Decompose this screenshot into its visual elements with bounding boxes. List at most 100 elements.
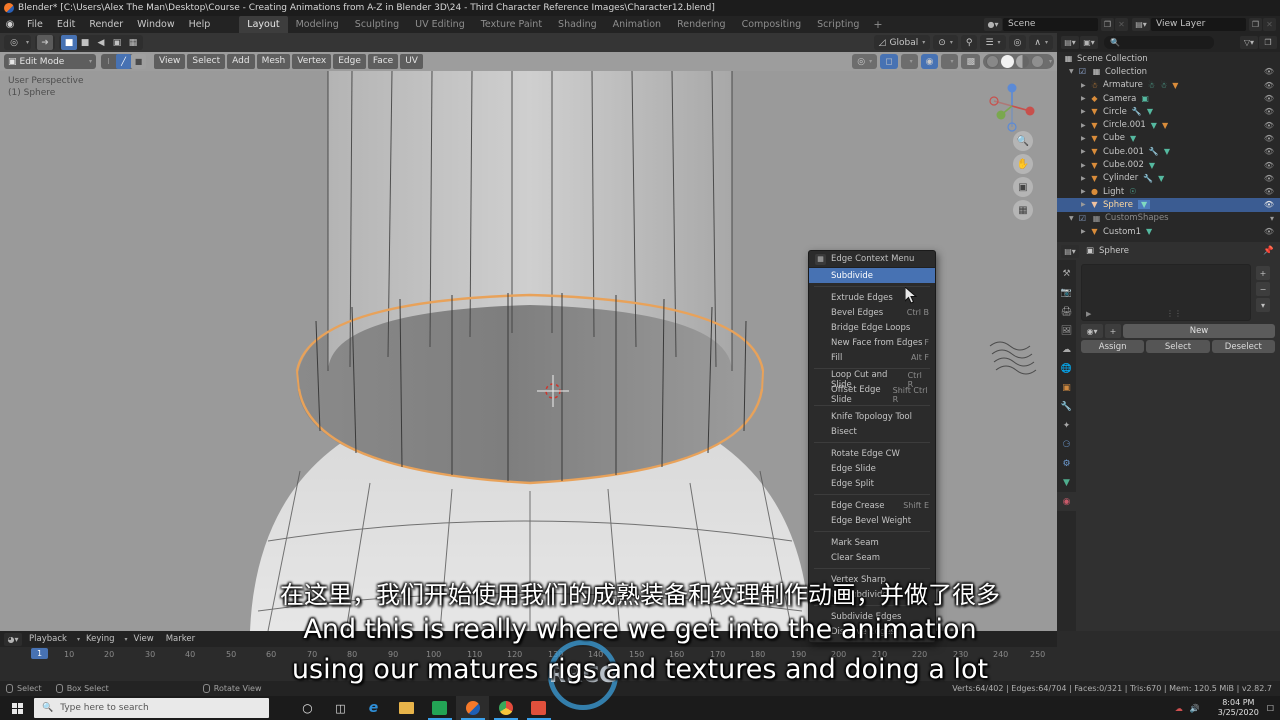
task-view-icon[interactable]: ◫ [324,696,357,720]
visibility-eye-icon[interactable]: 👁 [1264,121,1274,130]
viewlayer-name-field[interactable]: View Layer [1151,18,1246,31]
menu-item-knife-topology-tool[interactable]: Knife Topology Tool [809,409,935,424]
checkbox-icon[interactable]: ☑ [1077,67,1088,76]
menu-item-clear-seam[interactable]: Clear Seam [809,550,935,565]
menu-item-un-subdivide[interactable]: Un-Subdivide [809,587,935,602]
mesh-data-icon[interactable]: ▼ [1164,147,1170,156]
tab-constraints[interactable]: ⚙ [1057,454,1076,473]
disclosure-triangle-icon[interactable]: ▶ [1081,188,1089,195]
active-tool-icon[interactable]: ◎ [6,35,22,50]
viewport-menu-uv[interactable]: UV [400,54,423,69]
outliner-tree[interactable]: ▦ Scene Collection ▼ ☑ ▦ Collection 👁 ▶ … [1057,52,1280,242]
action-center-icon[interactable]: ☐ [1267,704,1274,713]
blender-icon[interactable] [456,696,489,720]
solid-shading-icon[interactable] [1000,55,1014,68]
select-intersect-icon[interactable]: ▦ [125,35,141,50]
blender-menu-logo-icon[interactable]: ◉ [0,19,20,30]
mesh-data-icon[interactable]: ▼ [1137,200,1151,210]
volume-icon[interactable]: 🔊 [1190,704,1200,713]
outliner-row-light[interactable]: ▶ ● Light ☉ 👁 [1057,185,1280,198]
armature-data-icon[interactable]: ☃ [1148,81,1155,90]
menu-help[interactable]: Help [182,16,218,33]
modifier-icon[interactable]: 🔧 [1143,174,1153,183]
disclosure-triangle-icon[interactable]: ▼ [1069,215,1077,222]
properties-editor-type-icon[interactable]: ▤▾ [1061,244,1079,258]
overlays-toggle[interactable]: ◉ [920,54,939,69]
deselect-button[interactable]: Deselect [1211,340,1275,353]
visibility-eye-icon[interactable]: 👁 [1264,227,1274,236]
disclosure-triangle-icon[interactable]: ▶ [1081,201,1089,208]
add-material-icon[interactable]: + [1105,324,1121,338]
camtasia-icon[interactable] [522,696,555,720]
outliner-row-customshapes[interactable]: ▼ ☑ ▦ CustomShapes ▾ [1057,212,1280,225]
timeline-menu-keying[interactable]: Keying [80,634,121,644]
tab-tool[interactable]: ⚒ [1057,264,1076,283]
menu-item-bisect[interactable]: Bisect [809,424,935,439]
rendered-shading-icon[interactable] [1030,55,1044,68]
toggle-camera-view-button[interactable]: ▣ [1013,177,1033,197]
disclosure-triangle-icon[interactable]: ▶ [1081,135,1089,142]
outliner-row-collection[interactable]: ▼ ☑ ▦ Collection 👁 [1057,65,1280,78]
edge-icon[interactable]: e [357,696,390,720]
disclosure-triangle-icon[interactable]: ▼ [1069,68,1077,75]
timeline-menu-view[interactable]: View [128,634,160,644]
xray-options-dropdown[interactable]: ▾ [900,54,918,69]
tab-scripting[interactable]: Scripting [809,16,867,33]
shading-caret-icon[interactable]: ▾ [1049,58,1052,65]
remove-material-slot-button[interactable]: − [1256,282,1270,296]
menu-item-bevel-edges[interactable]: Bevel Edges Ctrl B [809,305,935,320]
select-new-icon[interactable]: ■ [61,35,78,50]
pin-icon[interactable]: 📌 [1263,246,1274,256]
mesh-data-icon[interactable]: ▼ [1146,227,1152,236]
active-tool-caret-icon[interactable]: ▾ [26,39,29,46]
checkbox-icon[interactable]: ☑ [1077,214,1088,223]
menu-item-new-face-from-edges[interactable]: New Face from Edges F [809,335,935,350]
assign-button[interactable]: Assign [1081,340,1145,353]
menu-item-dissolve-edges[interactable]: Dissolve Edges [809,624,935,639]
notification-icon[interactable]: ☁ [1175,704,1183,713]
visibility-eye-icon[interactable]: 👁 [1264,67,1274,76]
cortana-icon[interactable]: ○ [291,696,324,720]
visibility-eye-icon[interactable]: 👁 [1264,174,1274,183]
tab-texture-paint[interactable]: Texture Paint [473,16,550,33]
tab-render[interactable]: 📷 [1057,283,1076,302]
tab-object[interactable]: ▣ [1057,378,1076,397]
tab-modifiers[interactable]: 🔧 [1057,397,1076,416]
tab-uv-editing[interactable]: UV Editing [407,16,473,33]
tab-animation[interactable]: Animation [605,16,669,33]
chrome-icon[interactable] [489,696,522,720]
tab-particles[interactable]: ✦ [1057,416,1076,435]
timeline-editor-type-icon[interactable]: ◕▾ [4,632,22,646]
viewport-menu-view[interactable]: View [154,54,186,69]
menu-item-vertex-sharp[interactable]: Vertex Sharp [809,572,935,587]
outliner-row-sphere[interactable]: ▶ ▼ Sphere ▼ 👁 [1057,198,1280,212]
xray-toggle[interactable]: ◻ [880,54,898,69]
zoom-view-button[interactable]: 🔍 [1013,131,1033,151]
tab-sculpting[interactable]: Sculpting [347,16,407,33]
transform-orientation-dropdown[interactable]: ◿ Global ▾ [873,35,931,50]
scene-name-field[interactable]: Scene [1003,18,1098,31]
face-select-mode-icon[interactable]: ■ [131,54,146,69]
interaction-mode-dropdown[interactable]: ▣ Edit Mode ▾ [4,54,96,69]
snap-to-dropdown[interactable]: ☰ ▾ [980,35,1006,50]
tab-material[interactable]: ◉ [1057,492,1076,511]
outliner-editor-type-icon[interactable]: ▤▾ [1061,36,1079,49]
select-subtract-icon[interactable]: ◀ [93,35,109,50]
add-material-slot-button[interactable]: + [1256,266,1270,280]
timeline-menu-playback[interactable]: Playback [23,634,73,644]
timeline-menu-marker[interactable]: Marker [160,634,201,644]
outliner-row-camera[interactable]: ▶ ◆ Camera ▣ 👁 [1057,92,1280,105]
viewlayer-new-button[interactable]: ❐ [1249,18,1262,31]
viewport-menu-edge[interactable]: Edge [333,54,366,69]
modifier-icon[interactable]: 🔧 [1132,107,1142,116]
pivot-point-dropdown[interactable]: ⊙ ▾ [933,35,958,50]
visibility-eye-icon[interactable]: 👁 [1264,147,1274,156]
cmder-icon[interactable] [423,696,456,720]
visibility-eye-icon[interactable]: 👁 [1264,161,1274,170]
move-view-button[interactable]: ✋ [1013,154,1033,174]
scene-browse-icon[interactable]: ●▾ [984,18,1002,31]
menu-item-edge-crease[interactable]: Edge Crease Shift E [809,498,935,513]
windows-start-button[interactable] [0,702,34,714]
mesh-data-icon[interactable]: ▼ [1149,161,1155,170]
visibility-eye-icon[interactable]: 👁 [1264,187,1274,196]
